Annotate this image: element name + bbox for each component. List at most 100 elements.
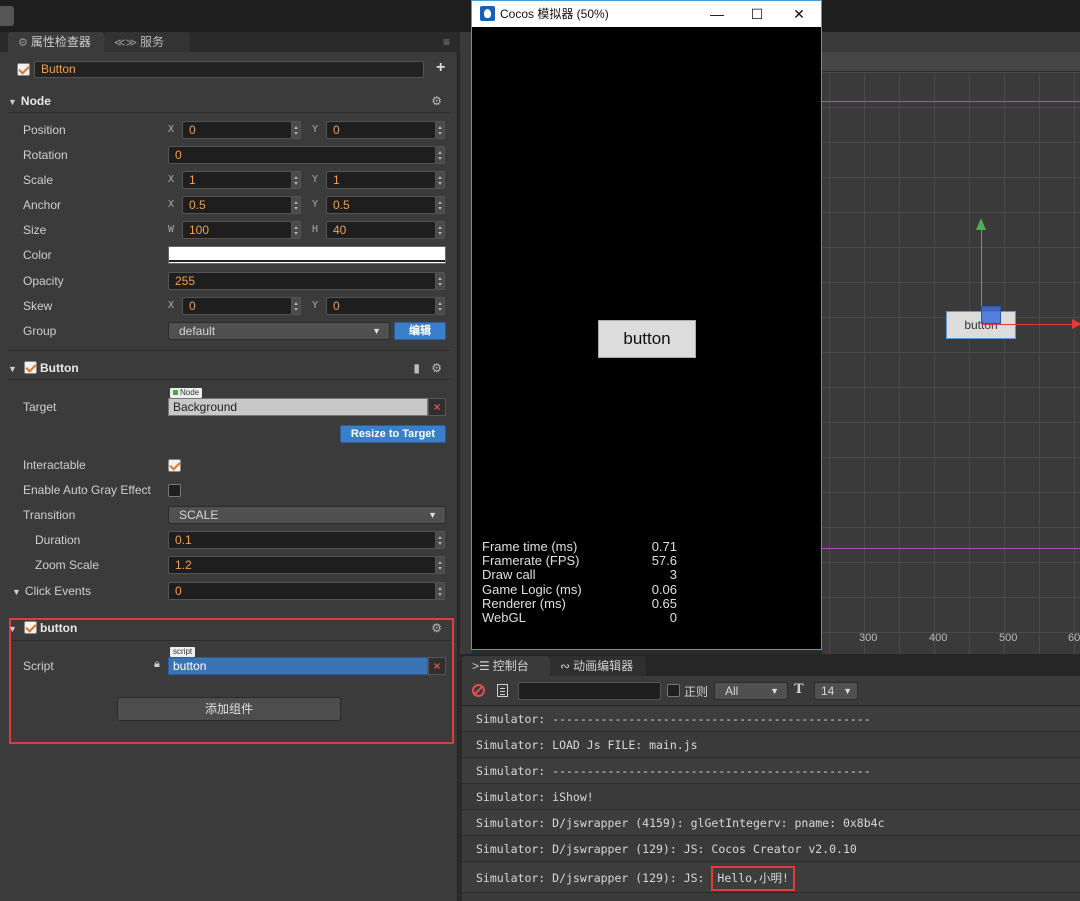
gear-icon[interactable]: ⚙ (431, 90, 442, 112)
click-events-label[interactable]: ▼ Click Events (12, 582, 91, 600)
anchor-x-input[interactable]: 0.5 (182, 196, 292, 214)
font-size-select[interactable]: 14 ▼ (814, 682, 858, 700)
script-field[interactable]: button (168, 657, 428, 675)
position-x-input[interactable]: 0 (182, 121, 292, 139)
inspector-tabs: ⚙ 属性检查器 ≪≫ 服务 ≡ (0, 32, 458, 52)
transition-select[interactable]: SCALE ▼ (168, 506, 446, 524)
minimize-icon[interactable]: — (702, 1, 732, 27)
simulator-titlebar[interactable]: Cocos 模拟器 (50%) — ☐ ✕ (472, 1, 821, 27)
rotation-input[interactable]: 0 (168, 146, 436, 164)
clear-script-icon[interactable]: × (428, 657, 446, 675)
scene-view[interactable]: button 300 400 500 60 (822, 32, 1080, 654)
skew-x-stepper[interactable] (292, 297, 301, 315)
axis-x-label: X (168, 174, 175, 185)
skew-y-stepper[interactable] (436, 297, 445, 315)
gizmo-y-arrow-icon[interactable] (976, 218, 986, 230)
rotation-stepper[interactable] (436, 146, 445, 164)
stat-value: 0.65 (651, 596, 677, 611)
gizmo-x-axis[interactable] (982, 324, 1080, 325)
console-log-list: Simulator: -----------------------------… (462, 707, 1080, 901)
transition-label: Transition (23, 508, 76, 522)
size-w-stepper[interactable] (292, 221, 301, 239)
menu-icon[interactable]: ≡ (443, 35, 450, 49)
color-picker[interactable] (168, 246, 446, 264)
group-edit-button[interactable]: 编辑 (394, 322, 446, 340)
auto-gray-checkbox[interactable] (168, 484, 181, 497)
open-log-file-icon[interactable] (497, 684, 508, 697)
tab-inspector[interactable]: ⚙ 属性检查器 (8, 32, 104, 52)
highlighted-log-text: Hello,小明! (711, 866, 795, 891)
button-enabled-checkbox[interactable] (24, 361, 37, 374)
opacity-input[interactable]: 255 (168, 272, 436, 290)
scale-y-stepper[interactable] (436, 171, 445, 189)
duration-label: Duration (35, 533, 81, 547)
dropdown-arrow-icon: ▼ (843, 686, 852, 696)
ruler-tick-label: 400 (929, 632, 948, 644)
gear-icon[interactable]: ⚙ (431, 357, 442, 379)
script-component-header[interactable]: ▼ button ⚙ (8, 617, 450, 639)
position-y-stepper[interactable] (436, 121, 445, 139)
scale-x-stepper[interactable] (292, 171, 301, 189)
opacity-stepper[interactable] (436, 272, 445, 290)
tab-console[interactable]: >☰ 控制台 (462, 656, 550, 676)
stat-value: 0.06 (651, 582, 677, 597)
duration-stepper[interactable] (436, 531, 445, 549)
log-level-select[interactable]: All ▼ (714, 682, 788, 700)
lock-icon: 🔒︎ (154, 658, 160, 670)
regex-checkbox[interactable] (667, 684, 680, 697)
cocos-logo-icon (480, 6, 495, 21)
collapse-triangle-icon: ▼ (8, 624, 17, 634)
script-enabled-checkbox[interactable] (24, 621, 37, 634)
clear-target-icon[interactable]: × (428, 398, 446, 416)
add-icon[interactable]: + (436, 59, 445, 77)
size-w-input[interactable]: 100 (182, 221, 292, 239)
animation-icon: ∾ (560, 659, 571, 673)
stat-label: Renderer (ms) (482, 596, 566, 611)
axis-h-label: H (312, 224, 319, 235)
click-events-stepper[interactable] (436, 582, 445, 600)
position-label: Position (23, 123, 66, 137)
gizmo-x-arrow-icon[interactable] (1072, 319, 1080, 329)
stat-value: 0 (669, 610, 677, 625)
book-icon[interactable]: ▮ (413, 357, 420, 379)
node-active-checkbox[interactable] (17, 63, 30, 76)
log-row: Simulator: -----------------------------… (462, 707, 1080, 732)
console-search-input[interactable] (518, 682, 661, 700)
scale-y-input[interactable]: 1 (326, 171, 436, 189)
click-events-count-input[interactable]: 0 (168, 582, 436, 600)
button-component-header[interactable]: ▼ Button ▮ ⚙ (8, 357, 450, 379)
gizmo-xy-handle[interactable] (981, 306, 1001, 324)
inspector-panel: ⚙ 属性检查器 ≪≫ 服务 ≡ Button + ▼ Node ⚙ Position … (0, 32, 458, 901)
duration-input[interactable]: 0.1 (168, 531, 436, 549)
node-section-header[interactable]: ▼ Node ⚙ (8, 90, 450, 112)
gear-icon[interactable]: ⚙ (431, 617, 442, 639)
size-h-stepper[interactable] (436, 221, 445, 239)
anchor-x-stepper[interactable] (292, 196, 301, 214)
stat-value: 0.71 (651, 539, 677, 554)
scale-x-input[interactable]: 1 (182, 171, 292, 189)
position-y-input[interactable]: 0 (326, 121, 436, 139)
close-icon[interactable]: ✕ (784, 1, 814, 27)
position-x-stepper[interactable] (292, 121, 301, 139)
size-h-input[interactable]: 40 (326, 221, 436, 239)
skew-y-input[interactable]: 0 (326, 297, 436, 315)
anchor-y-input[interactable]: 0.5 (326, 196, 436, 214)
tab-service[interactable]: ≪≫ 服务 (104, 32, 190, 52)
log-row: Simulator: D/jswrapper (129): JS: Cocos … (462, 837, 1080, 862)
add-component-button[interactable]: 添加组件 (117, 697, 341, 721)
zoom-scale-input[interactable]: 1.2 (168, 556, 436, 574)
resize-to-target-button[interactable]: Resize to Target (340, 425, 446, 443)
maximize-icon[interactable]: ☐ (742, 1, 772, 27)
node-name-input[interactable]: Button (34, 61, 424, 78)
target-field[interactable]: Background (168, 398, 428, 416)
group-select[interactable]: default ▼ (168, 322, 390, 340)
zoom-scale-stepper[interactable] (436, 556, 445, 574)
anchor-y-stepper[interactable] (436, 196, 445, 214)
tab-animation-editor[interactable]: ∾ 动画编辑器 (550, 656, 646, 676)
rotation-label: Rotation (23, 148, 68, 162)
interactable-checkbox[interactable] (168, 459, 181, 472)
scene-grid[interactable] (822, 72, 1080, 654)
skew-x-input[interactable]: 0 (182, 297, 292, 315)
game-button[interactable]: button (598, 320, 696, 358)
clear-console-icon[interactable] (472, 684, 485, 697)
